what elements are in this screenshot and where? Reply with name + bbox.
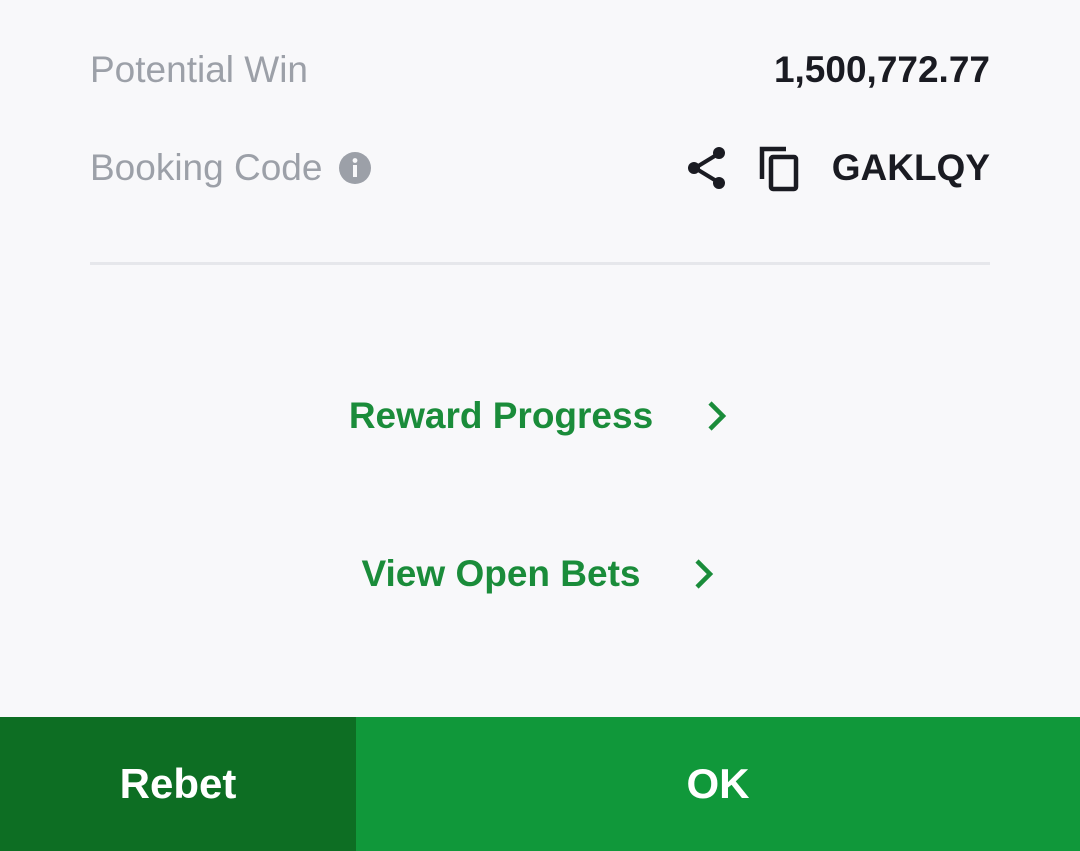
reward-progress-label: Reward Progress [348,395,654,436]
reward-progress-link[interactable]: Reward Progress [0,390,1080,442]
bottom-action-bar: Rebet OK [0,717,1080,851]
potential-win-value: 1,500,772.77 [773,49,990,90]
ok-button[interactable]: OK [356,717,1080,851]
chevron-right-icon [690,556,718,592]
booking-code-actions: GAKLQY [684,143,990,193]
rebet-button[interactable]: Rebet [0,717,356,851]
copy-icon[interactable] [756,143,806,193]
chevron-right-icon [703,398,731,434]
info-icon[interactable] [338,151,372,185]
potential-win-row: Potential Win 1,500,772.77 [90,44,990,96]
booking-code-label-group: Booking Code [90,147,372,189]
view-open-bets-link[interactable]: View Open Bets [0,548,1080,600]
booking-code-label: Booking Code [90,147,323,188]
divider [90,262,990,265]
view-open-bets-label: View Open Bets [361,553,641,594]
potential-win-label: Potential Win [90,49,308,90]
booking-code-value[interactable]: GAKLQY [832,147,990,189]
booking-code-row: Booking Code GAKLQY [90,140,990,196]
share-icon[interactable] [684,145,730,191]
